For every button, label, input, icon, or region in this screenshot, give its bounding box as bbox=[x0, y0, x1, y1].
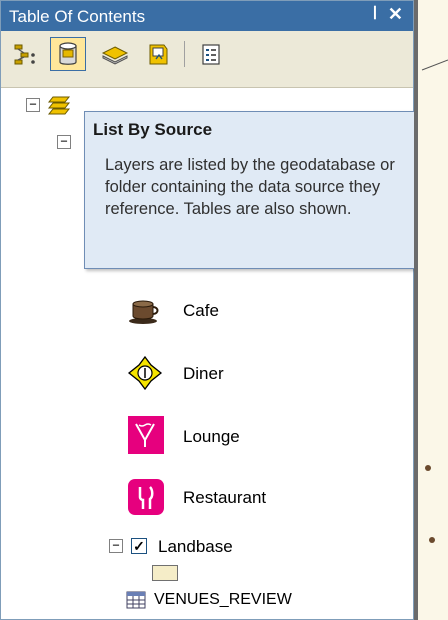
list-by-visibility-button[interactable] bbox=[97, 37, 133, 71]
panel-title: Table Of Contents bbox=[9, 7, 146, 26]
landbase-label: Landbase bbox=[158, 537, 233, 556]
pin-icon[interactable]: ꟾ bbox=[373, 6, 377, 23]
map-view[interactable] bbox=[414, 0, 448, 620]
cafe-icon bbox=[129, 300, 159, 324]
options-button[interactable] bbox=[193, 37, 229, 71]
tooltip-title: List By Source bbox=[93, 120, 213, 139]
legend-label-diner: Diner bbox=[183, 364, 224, 383]
source-collapse-toggle[interactable]: − bbox=[57, 135, 71, 149]
table-icon bbox=[126, 591, 146, 609]
landbase-collapse-toggle[interactable]: − bbox=[109, 539, 123, 553]
lounge-icon bbox=[128, 416, 164, 454]
list-by-source-tooltip: List By Source Layers are listed by the … bbox=[84, 111, 425, 269]
close-icon[interactable]: ✕ bbox=[388, 4, 403, 25]
restaurant-icon bbox=[128, 479, 164, 515]
root-collapse-toggle[interactable]: − bbox=[26, 98, 40, 112]
table-label: VENUES_REVIEW bbox=[154, 591, 292, 608]
landbase-visibility-checkbox[interactable]: ✓ bbox=[131, 538, 147, 554]
map-features bbox=[421, 59, 448, 543]
options-icon bbox=[202, 44, 220, 65]
list-by-source-button[interactable] bbox=[50, 37, 86, 71]
list-by-visibility-icon bbox=[101, 46, 129, 65]
legend-label-lounge: Lounge bbox=[183, 427, 240, 446]
legend-label-cafe: Cafe bbox=[183, 301, 219, 320]
table-of-contents-panel: Table Of Contents ꟾ ✕ − − Cafe Diner Lou… bbox=[0, 0, 414, 620]
list-by-selection-button[interactable] bbox=[140, 37, 176, 71]
list-by-drawing-order-icon bbox=[14, 44, 35, 65]
tooltip-body: Layers are listed by the geodatabase or … bbox=[105, 156, 395, 218]
toolbar-separator bbox=[184, 41, 185, 67]
list-by-drawing-order-button[interactable] bbox=[7, 37, 43, 71]
landbase-symbol-swatch bbox=[152, 565, 178, 581]
toc-toolbar bbox=[1, 31, 413, 88]
layers-icon bbox=[47, 96, 71, 115]
list-by-source-icon bbox=[59, 42, 77, 65]
list-by-selection-icon bbox=[149, 44, 168, 65]
legend-label-restaurant: Restaurant bbox=[183, 488, 267, 507]
diner-icon bbox=[127, 355, 163, 391]
panel-title-bar[interactable]: Table Of Contents ꟾ ✕ bbox=[1, 1, 413, 31]
